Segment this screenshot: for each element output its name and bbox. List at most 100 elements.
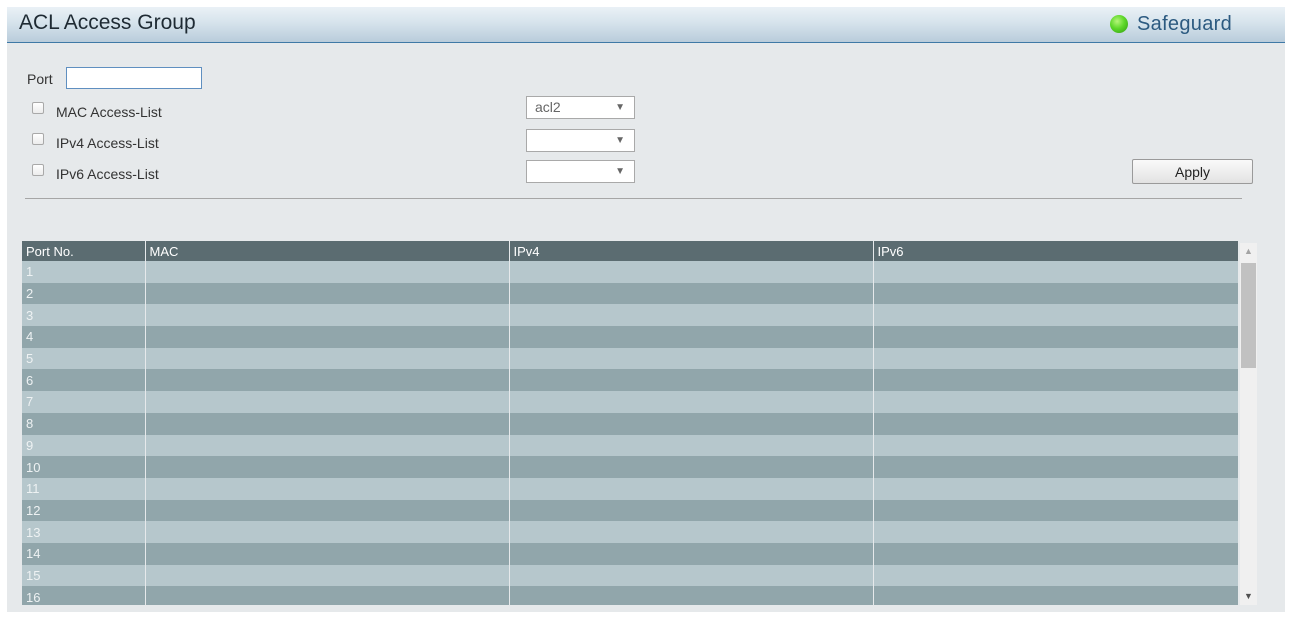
table-row: 15 bbox=[22, 564, 1238, 587]
cell-port-no: 1 bbox=[22, 261, 146, 283]
cell-port-no: 2 bbox=[22, 282, 146, 305]
table-row: 5 bbox=[22, 347, 1238, 370]
mac-access-list-label: MAC Access-List bbox=[56, 104, 162, 120]
cell-mac bbox=[145, 434, 510, 457]
cell-ipv6 bbox=[873, 391, 1238, 413]
cell-ipv4 bbox=[509, 261, 874, 283]
cell-ipv6 bbox=[873, 564, 1238, 587]
ipv6-access-list-select[interactable]: ▼ bbox=[526, 160, 635, 183]
cell-port-no: 15 bbox=[22, 564, 146, 587]
column-header-port-no: Port No. bbox=[22, 241, 146, 261]
cell-port-no: 3 bbox=[22, 304, 146, 327]
cell-ipv4 bbox=[509, 282, 874, 305]
cell-ipv6 bbox=[873, 347, 1238, 370]
cell-ipv6 bbox=[873, 369, 1238, 392]
dropdown-arrow-icon: ▼ bbox=[615, 166, 625, 177]
cell-mac bbox=[145, 369, 510, 392]
apply-button[interactable]: Apply bbox=[1132, 159, 1253, 184]
ipv6-access-list-checkbox[interactable] bbox=[32, 164, 44, 176]
cell-ipv6 bbox=[873, 499, 1238, 522]
mac-access-list-checkbox[interactable] bbox=[32, 102, 44, 114]
cell-port-no: 13 bbox=[22, 521, 146, 543]
cell-mac bbox=[145, 521, 510, 543]
acl-table-container: Port No. MAC IPv4 IPv6 1 2 3 4 5 6 7 8 9 10 11 12 13… bbox=[22, 241, 1256, 605]
cell-ipv6 bbox=[873, 261, 1238, 283]
column-header-ipv4: IPv4 bbox=[509, 241, 874, 261]
table-row: 8 bbox=[22, 412, 1238, 435]
cell-ipv6 bbox=[873, 542, 1238, 565]
cell-ipv4 bbox=[509, 499, 874, 522]
cell-mac bbox=[145, 564, 510, 587]
safeguard-status-icon bbox=[1110, 15, 1128, 33]
column-header-ipv6: IPv6 bbox=[873, 241, 1238, 261]
mac-access-list-value: acl2 bbox=[535, 99, 561, 115]
table-row: 13 bbox=[22, 521, 1238, 543]
table-row: 10 bbox=[22, 456, 1238, 478]
cell-port-no: 9 bbox=[22, 434, 146, 457]
cell-ipv6 bbox=[873, 304, 1238, 327]
table-row: 3 bbox=[22, 304, 1238, 327]
cell-mac bbox=[145, 304, 510, 327]
cell-port-no: 11 bbox=[22, 477, 146, 500]
table-row: 16 bbox=[22, 586, 1238, 605]
cell-mac bbox=[145, 326, 510, 348]
cell-ipv4 bbox=[509, 326, 874, 348]
cell-ipv6 bbox=[873, 456, 1238, 478]
cell-port-no: 12 bbox=[22, 499, 146, 522]
cell-port-no: 16 bbox=[22, 586, 146, 605]
mac-access-list-select[interactable]: acl2 ▼ bbox=[526, 96, 635, 119]
cell-mac bbox=[145, 412, 510, 435]
cell-ipv4 bbox=[509, 391, 874, 413]
cell-mac bbox=[145, 347, 510, 370]
cell-mac bbox=[145, 261, 510, 283]
cell-ipv6 bbox=[873, 326, 1238, 348]
dropdown-arrow-icon: ▼ bbox=[615, 102, 625, 113]
cell-mac bbox=[145, 542, 510, 565]
cell-mac bbox=[145, 456, 510, 478]
port-input[interactable] bbox=[66, 67, 202, 89]
ipv4-access-list-checkbox[interactable] bbox=[32, 133, 44, 145]
cell-mac bbox=[145, 499, 510, 522]
table-body: 1 2 3 4 5 6 7 8 9 10 11 12 13 14 15 16 bbox=[22, 261, 1238, 605]
table-header-row: Port No. MAC IPv4 IPv6 bbox=[22, 241, 1238, 261]
cell-ipv6 bbox=[873, 434, 1238, 457]
title-bar: ACL Access Group Safeguard bbox=[7, 7, 1285, 43]
scroll-up-arrow-icon[interactable]: ▲ bbox=[1240, 243, 1257, 260]
cell-ipv4 bbox=[509, 477, 874, 500]
cell-mac bbox=[145, 586, 510, 605]
table-row: 11 bbox=[22, 477, 1238, 500]
cell-ipv4 bbox=[509, 586, 874, 605]
cell-ipv4 bbox=[509, 412, 874, 435]
ipv4-access-list-select[interactable]: ▼ bbox=[526, 129, 635, 152]
cell-mac bbox=[145, 477, 510, 500]
cell-port-no: 6 bbox=[22, 369, 146, 392]
cell-ipv6 bbox=[873, 282, 1238, 305]
ipv4-access-list-label: IPv4 Access-List bbox=[56, 135, 159, 151]
cell-ipv4 bbox=[509, 304, 874, 327]
section-divider bbox=[25, 198, 1242, 199]
ipv6-access-list-label: IPv6 Access-List bbox=[56, 166, 159, 182]
column-header-mac: MAC bbox=[145, 241, 510, 261]
acl-access-group-panel: ACL Access Group Safeguard Port MAC Acce… bbox=[7, 7, 1285, 612]
cell-port-no: 5 bbox=[22, 347, 146, 370]
cell-port-no: 7 bbox=[22, 391, 146, 413]
safeguard-label: Safeguard bbox=[1137, 13, 1232, 35]
cell-ipv6 bbox=[873, 521, 1238, 543]
table-row: 7 bbox=[22, 391, 1238, 413]
table-row: 14 bbox=[22, 542, 1238, 565]
cell-mac bbox=[145, 282, 510, 305]
cell-port-no: 4 bbox=[22, 326, 146, 348]
cell-ipv4 bbox=[509, 521, 874, 543]
cell-ipv4 bbox=[509, 456, 874, 478]
cell-ipv6 bbox=[873, 412, 1238, 435]
scroll-down-arrow-icon[interactable]: ▼ bbox=[1240, 588, 1257, 605]
cell-ipv6 bbox=[873, 477, 1238, 500]
cell-ipv4 bbox=[509, 542, 874, 565]
port-label: Port bbox=[27, 71, 53, 87]
scrollbar-thumb[interactable] bbox=[1241, 263, 1256, 368]
cell-ipv4 bbox=[509, 434, 874, 457]
dropdown-arrow-icon: ▼ bbox=[615, 135, 625, 146]
table-row: 2 bbox=[22, 282, 1238, 305]
table-scrollbar[interactable]: ▲ ▼ bbox=[1240, 243, 1257, 605]
cell-ipv4 bbox=[509, 369, 874, 392]
